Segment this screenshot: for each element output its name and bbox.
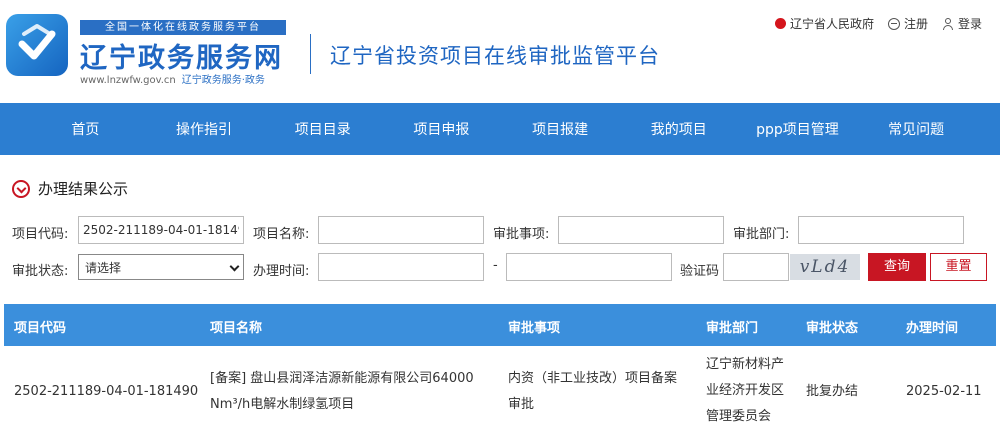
col-header-time: 办理时间	[906, 321, 959, 336]
approval-item-input[interactable]	[558, 216, 724, 244]
cell-item-line2: 审批	[508, 397, 535, 412]
site-header: 全国一体化在线政务服务平台 辽宁政务服务网 www.lnzwfw.gov.cn 辽…	[0, 0, 1000, 103]
start-date-input[interactable]	[318, 253, 484, 281]
reset-button[interactable]: 重置	[930, 253, 987, 281]
handle-time-label: 办理时间:	[253, 264, 310, 279]
nav-item-construction[interactable]: 项目报建	[501, 119, 620, 139]
col-header-name: 项目名称	[210, 321, 263, 336]
query-button[interactable]: 查询	[868, 253, 926, 281]
cell-dept-line1: 辽宁新材料产	[706, 357, 785, 372]
user-icon	[942, 17, 954, 30]
login-link[interactable]: 登录	[942, 15, 982, 32]
project-name-input[interactable]	[318, 216, 484, 244]
gov-link-label: 辽宁省人民政府	[789, 17, 874, 31]
nav-item-catalog[interactable]: 项目目录	[263, 119, 382, 139]
nav-item-apply[interactable]: 项目申报	[382, 119, 501, 139]
project-code-label: 项目代码:	[12, 227, 69, 242]
national-emblem-icon	[774, 18, 786, 29]
approval-dept-label: 审批部门:	[733, 227, 790, 242]
approval-item-label: 审批事项:	[493, 227, 550, 242]
col-header-status: 审批状态	[806, 321, 859, 336]
login-label: 登录	[957, 17, 982, 31]
site-name: 辽宁政务服务网	[80, 43, 283, 74]
approval-dept-input[interactable]	[798, 216, 964, 244]
project-code-input[interactable]	[78, 216, 244, 244]
cell-dept-line3: 管理委员会	[706, 409, 772, 424]
nav-item-my-projects[interactable]: 我的项目	[619, 119, 738, 139]
site-url-sub: 辽宁政务服务·政务	[181, 75, 265, 86]
col-header-code: 项目代码	[14, 321, 67, 336]
cell-dept-line2: 业经济开发区	[706, 383, 785, 398]
col-header-item: 审批事项	[508, 321, 561, 336]
captcha-image[interactable]: vLd4	[790, 254, 860, 280]
table-row[interactable]: 2502-211189-04-01-181490 [备案] 盘山县润泽洁源新能源…	[4, 346, 996, 440]
project-name-label: 项目名称:	[253, 227, 310, 242]
logo-mark-icon	[18, 24, 56, 60]
end-date-input[interactable]	[506, 253, 672, 281]
captcha-input[interactable]	[723, 253, 789, 281]
cell-name-line2[interactable]: Nm³/h电解水制绿氢项目	[210, 392, 354, 418]
captcha-label: 验证码	[680, 264, 720, 279]
cell-item-line1: 内资（非工业技改）项目备案	[508, 371, 678, 386]
cell-name-line1[interactable]: [备案] 盘山县润泽洁源新能源有限公司64000	[210, 366, 474, 392]
cell-status: 批复办结	[806, 384, 859, 399]
nav-item-guide[interactable]: 操作指引	[145, 119, 264, 139]
nav-item-home[interactable]: 首页	[26, 119, 145, 139]
site-logo[interactable]	[6, 14, 68, 76]
register-icon	[887, 17, 900, 30]
register-link[interactable]: 注册	[887, 15, 928, 32]
cell-code: 2502-211189-04-01-181490	[14, 384, 199, 399]
main-nav: 首页 操作指引 项目目录 项目申报 项目报建 我的项目 ppp项目管理 常见问题	[0, 103, 1000, 155]
approval-status-select[interactable]: 请选择	[78, 254, 244, 280]
approval-status-label: 审批状态:	[12, 264, 69, 279]
chevron-down-icon	[229, 261, 240, 272]
page-title: 辽宁省投资项目在线审批监管平台	[330, 44, 660, 68]
cell-time: 2025-02-11	[906, 384, 982, 399]
date-range-separator: -	[493, 258, 498, 273]
section-title-text: 办理结果公示	[38, 180, 129, 198]
register-label: 注册	[903, 17, 928, 31]
col-header-dept: 审批部门	[706, 321, 759, 336]
site-url: www.lnzwfw.gov.cn 辽宁政务服务·政务	[80, 71, 265, 86]
chevron-circle-icon	[12, 179, 30, 198]
nav-item-ppp[interactable]: ppp项目管理	[738, 119, 857, 139]
approval-status-value: 请选择	[85, 260, 122, 275]
header-divider	[310, 34, 311, 74]
platform-slogan: 全国一体化在线政务服务平台	[80, 20, 286, 35]
top-links: 辽宁省人民政府 注册 登录	[774, 15, 982, 32]
results-table-header: 项目代码 项目名称 审批事项 审批部门 审批状态 办理时间	[4, 304, 996, 346]
gov-link[interactable]: 辽宁省人民政府	[774, 15, 874, 32]
section-title: 办理结果公示	[12, 178, 128, 199]
site-url-text: www.lnzwfw.gov.cn	[80, 75, 176, 86]
nav-item-faq[interactable]: 常见问题	[857, 119, 976, 139]
